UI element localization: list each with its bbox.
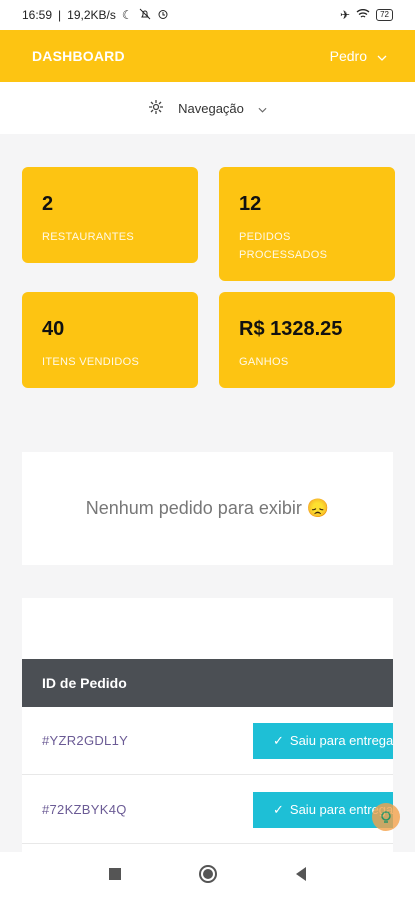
system-navigation-bar <box>0 852 415 900</box>
gear-icon <box>148 99 164 118</box>
stat-value: 2 <box>42 193 54 215</box>
stat-value: 40 <box>42 318 65 340</box>
user-menu[interactable]: Pedro <box>330 48 387 64</box>
airplane-icon: ✈ <box>340 8 351 22</box>
assistant-bubble-icon[interactable] <box>372 803 400 831</box>
navigation-label: Navegação <box>178 100 244 116</box>
status-time: 16:59 <box>22 8 53 22</box>
table-row[interactable]: #YZR2GDL1Y ✓ Saiu para entrega <box>22 707 393 775</box>
stat-card-earnings: R$ 1328.25 GANHOS <box>219 292 395 388</box>
orders-table: ID de Pedido #YZR2GDL1Y ✓ Saiu para entr… <box>22 598 393 854</box>
order-id-link[interactable]: #YZR2GDL1Y <box>42 733 128 748</box>
wifi-icon <box>356 8 370 22</box>
battery-icon: 72 <box>376 9 393 21</box>
stat-label: PEDIDOS PROCESSADOS <box>239 231 328 261</box>
navigation-dropdown[interactable]: Navegação <box>0 82 415 134</box>
check-icon: ✓ <box>273 801 284 817</box>
stat-card-items-sold: 40 ITENS VENDIDOS <box>22 292 198 388</box>
status-speed: 19,2KB/s <box>67 8 116 22</box>
table-header: ID de Pedido <box>22 659 393 707</box>
status-bar: 16:59 | 19,2KB/s ☾ ✈ 72 <box>0 0 415 30</box>
check-icon: ✓ <box>273 732 284 748</box>
top-app-bar: DASHBOARD Pedro <box>0 30 415 82</box>
stat-label: GANHOS <box>239 356 289 368</box>
recents-button[interactable] <box>108 867 122 886</box>
stat-card-restaurants: 2 RESTAURANTES <box>22 167 198 263</box>
empty-orders-panel: Nenhum pedido para exibir 😞 <box>22 452 393 565</box>
stat-card-orders-processed: 12 PEDIDOS PROCESSADOS <box>219 167 395 281</box>
stat-value: R$ 1328.25 <box>239 318 343 340</box>
moon-icon: ☾ <box>121 8 133 22</box>
stat-value: 12 <box>239 193 262 215</box>
chevron-down-icon <box>258 101 267 116</box>
back-button[interactable] <box>294 866 308 887</box>
user-name: Pedro <box>329 48 367 64</box>
status-label: Saiu para entrega <box>289 733 393 748</box>
column-header-order-id: ID de Pedido <box>42 675 127 691</box>
alarm-icon <box>157 8 169 23</box>
stat-label: ITENS VENDIDOS <box>42 356 140 368</box>
chevron-down-icon <box>377 48 387 64</box>
app-brand[interactable]: DASHBOARD <box>32 48 125 64</box>
stat-label: RESTAURANTES <box>42 231 135 243</box>
bell-off-icon <box>139 8 151 23</box>
table-row[interactable]: #72KZBYK4Q ✓ Saiu para entrega <box>22 776 393 844</box>
home-button[interactable] <box>198 864 218 889</box>
status-badge[interactable]: ✓ Saiu para entrega <box>253 722 393 759</box>
order-id-link[interactable]: #72KZBYK4Q <box>42 802 127 817</box>
empty-orders-message: Nenhum pedido para exibir 😞 <box>85 498 330 518</box>
